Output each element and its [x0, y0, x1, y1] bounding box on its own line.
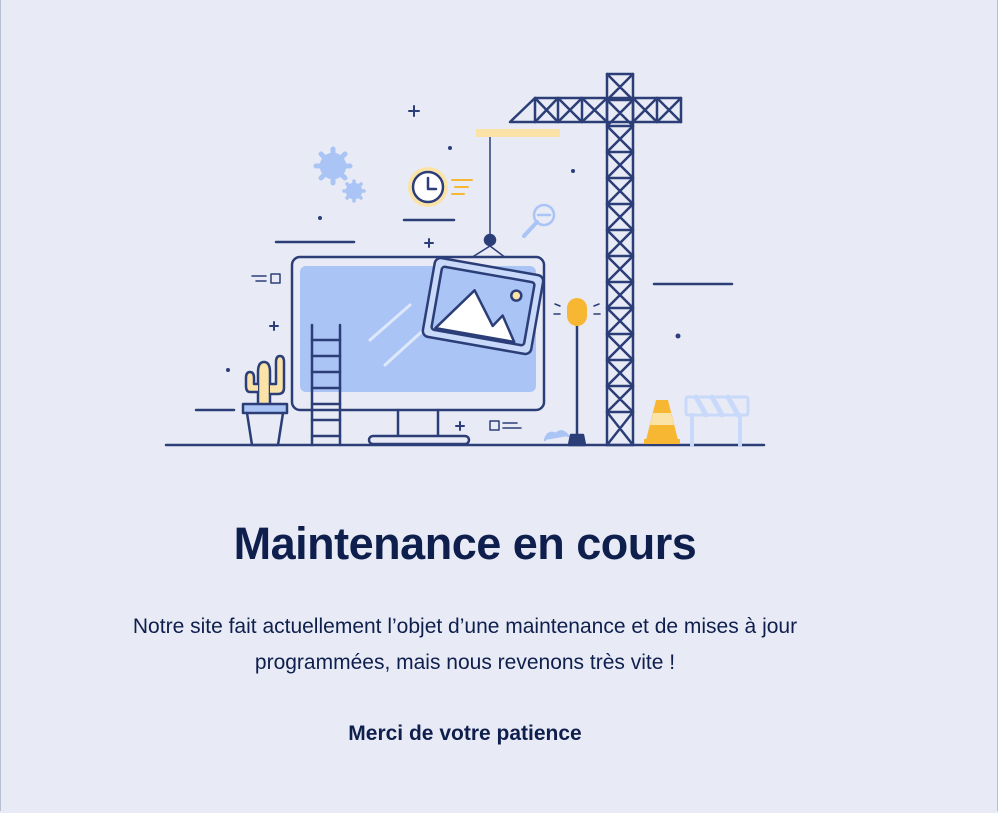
traffic-cone-icon: [644, 400, 680, 444]
barrier-icon: [684, 394, 750, 447]
page-title: Maintenance en cours: [233, 518, 697, 569]
clock-icon: [408, 167, 473, 207]
picture-frame-icon: [421, 256, 545, 356]
thanks-message: Merci de votre patience: [348, 722, 582, 745]
magnifier-icon: [522, 203, 556, 238]
gears-icon: [313, 146, 366, 203]
warning-light-icon: [543, 298, 601, 447]
maintenance-description: Notre site fait actuellement l’objet d’u…: [132, 615, 798, 674]
trolley-bar: [476, 129, 560, 137]
maintenance-illustration: [164, 72, 766, 447]
cactus-icon: [241, 354, 289, 447]
